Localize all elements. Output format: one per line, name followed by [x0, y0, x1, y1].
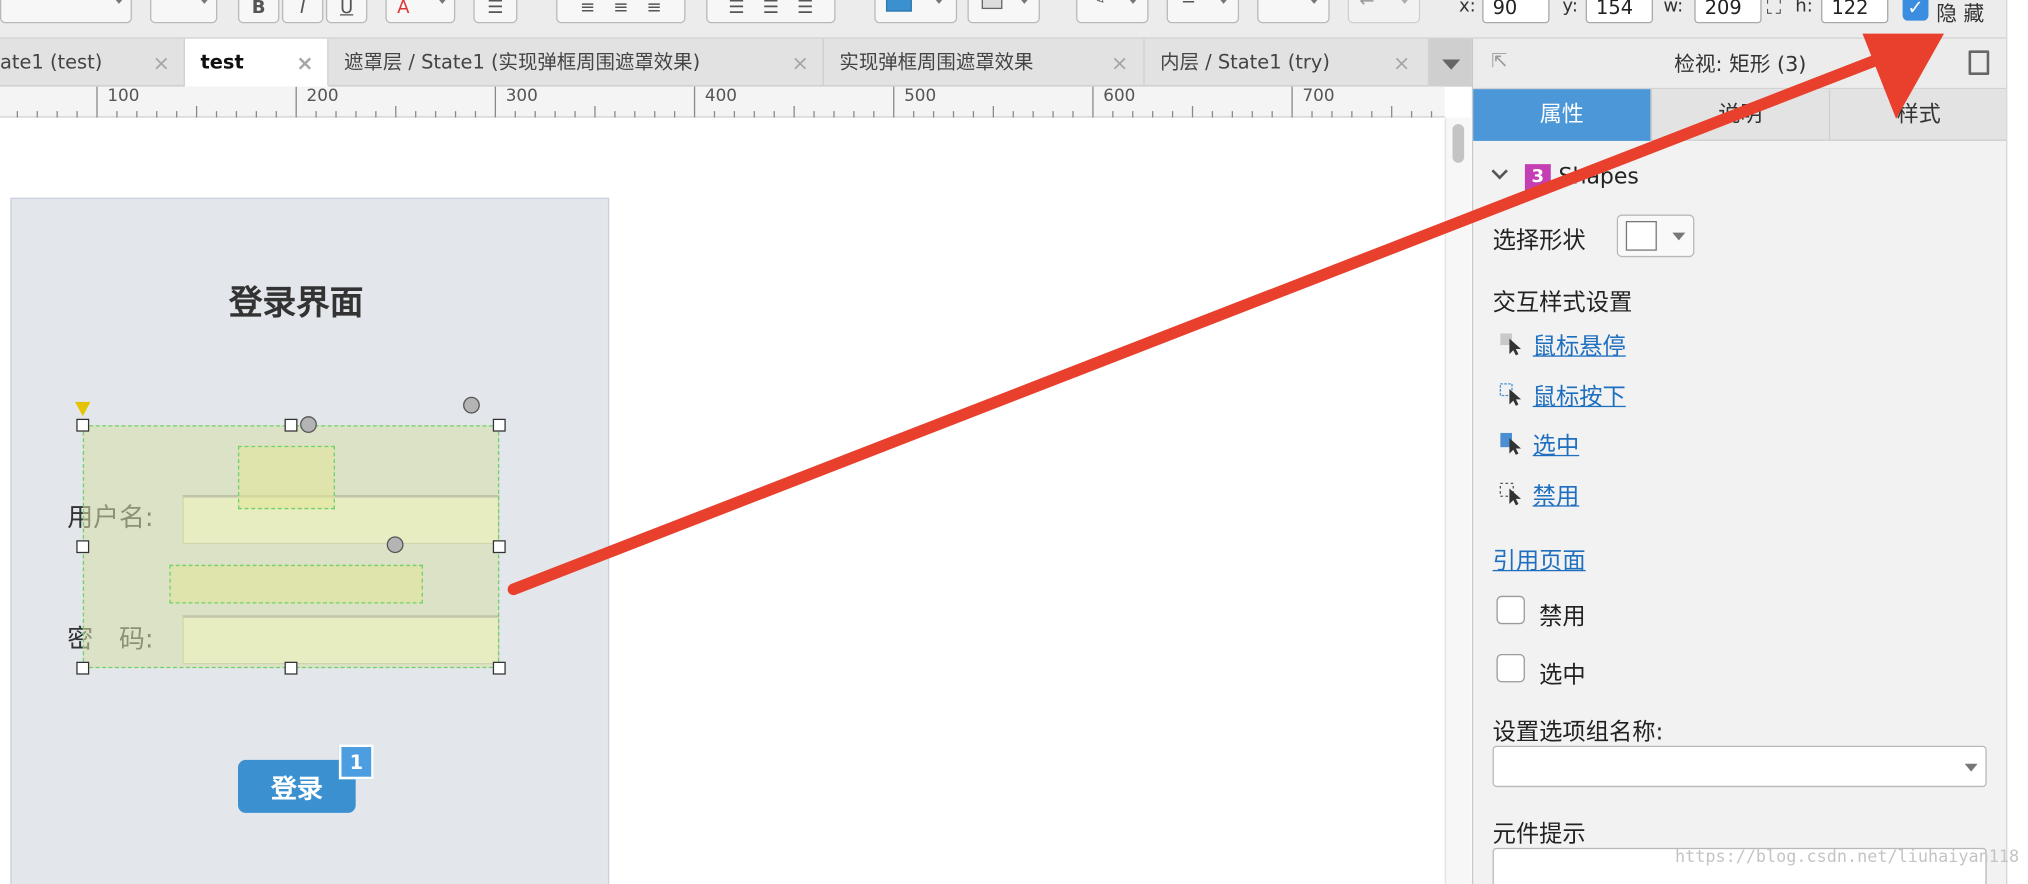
annotation-arrow — [507, 33, 1944, 596]
app-window: B I U A ☰ ≡ ≡ ≡ ☰ ☰ ☰ ✎ ≡ ┄ ⇄ x: 90 y: 1… — [0, 0, 2028, 884]
watermark: https://blog.csdn.net/liuhaiyan118 — [1674, 847, 2020, 868]
